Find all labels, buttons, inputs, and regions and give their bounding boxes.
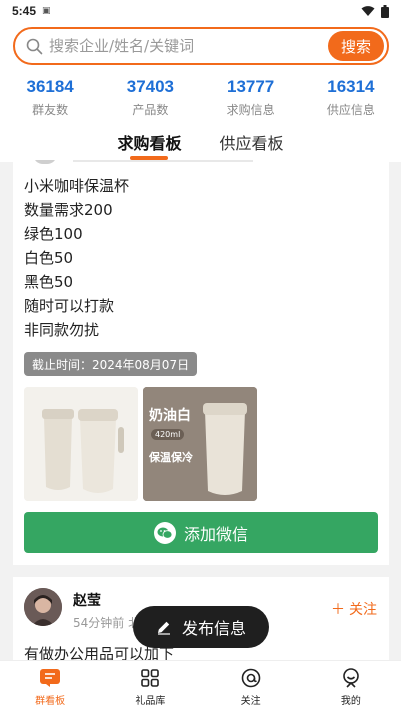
nav-item-follow[interactable]: 关注 (201, 661, 301, 713)
board-icon (39, 667, 61, 689)
stat-members[interactable]: 36184 群友数 (0, 77, 100, 118)
edit-icon (157, 621, 170, 635)
avatar-partial (33, 160, 57, 164)
battery-icon (381, 4, 389, 18)
stat-products[interactable]: 37403 产品数 (100, 77, 200, 118)
search-input[interactable] (49, 37, 328, 55)
nav-item-profile[interactable]: 我的 (301, 661, 401, 713)
author-line-partial (73, 160, 253, 162)
follow-button[interactable]: ＋ 关注 (331, 599, 377, 619)
product-image[interactable] (24, 387, 138, 501)
status-bar: 5:45 ▣ (0, 0, 401, 22)
nav-label: 群看板 (35, 696, 66, 707)
bottom-nav: 群看板 礼品库 关注 我的 (0, 660, 401, 713)
post-line: 黑色50 (24, 273, 74, 291)
post-line: 数量需求200 (24, 201, 113, 219)
user-name[interactable]: 赵莹 (73, 590, 101, 610)
stats-row: 36184 群友数 37403 产品数 13777 求购信息 16314 供应信… (0, 77, 401, 118)
product-image[interactable]: 奶油白 420ml 保温保冷 (143, 387, 257, 501)
follow-label: 关注 (349, 602, 377, 618)
deadline-badge: 截止时间：2024年08月07日 (24, 352, 198, 376)
publish-button[interactable]: 发布信息 (133, 606, 269, 648)
status-time: 5:45 (12, 4, 37, 18)
add-wechat-button[interactable]: 添加微信 (24, 512, 378, 553)
stat-label: 求购信息 (226, 103, 275, 117)
nav-item-board[interactable]: 群看板 (0, 661, 100, 713)
wechat-icon (153, 521, 176, 544)
post-meta: 54分钟前 北 (73, 616, 141, 630)
promo-tag: 保温保冷 (149, 451, 193, 464)
stat-label: 群友数 (32, 103, 69, 117)
stat-label: 产品数 (132, 103, 169, 117)
publish-label: 发布信息 (181, 619, 246, 638)
stat-label: 供应信息 (326, 103, 375, 117)
stat-value: 37403 (126, 77, 175, 96)
post-line: 小米咖啡保温杯 (24, 177, 130, 195)
search-button[interactable]: 搜索 (328, 31, 384, 61)
at-icon (240, 667, 262, 689)
post-line: 白色50 (24, 249, 74, 267)
nav-item-gifts[interactable]: 礼品库 (100, 661, 200, 713)
stat-demand[interactable]: 13777 求购信息 (201, 77, 301, 118)
stat-value: 36184 (26, 77, 74, 96)
post-card[interactable]: 小米咖啡保温杯 数量需求200 绿色100 白色50 黑色50 随时可以打款 非… (13, 160, 389, 565)
avatar[interactable] (24, 588, 62, 626)
add-wechat-label: 添加微信 (183, 524, 248, 544)
sim-icon: ▣ (42, 6, 51, 16)
tab-demand-board[interactable]: 求购看板 (117, 126, 181, 162)
stat-supply[interactable]: 16314 供应信息 (301, 77, 401, 118)
grid-icon (139, 667, 161, 689)
post-line: 随时可以打款 (24, 297, 115, 315)
search-bar: 搜索 (13, 27, 389, 65)
stat-value: 13777 (226, 77, 275, 96)
post-line: 非同款勿扰 (24, 321, 100, 339)
header: 搜索 36184 群友数 37403 产品数 13777 求购信息 16314 … (0, 22, 401, 162)
plus-icon: ＋ (331, 602, 345, 618)
profile-icon (340, 667, 362, 689)
promo-title: 奶油白 (149, 408, 191, 424)
promo-badge: 420ml (151, 429, 185, 440)
nav-label: 我的 (340, 696, 361, 707)
post-content: 小米咖啡保温杯 数量需求200 绿色100 白色50 黑色50 随时可以打款 非… (24, 174, 129, 342)
nav-label: 礼品库 (135, 696, 166, 707)
nav-label: 关注 (240, 696, 261, 707)
wifi-icon (361, 6, 375, 16)
stat-value: 16314 (327, 77, 375, 96)
cup-image (24, 387, 138, 501)
board-tabs: 求购看板 供应看板 (0, 126, 401, 162)
search-icon (25, 37, 43, 55)
tab-supply-board[interactable]: 供应看板 (220, 126, 284, 162)
post-line: 绿色100 (24, 225, 83, 243)
